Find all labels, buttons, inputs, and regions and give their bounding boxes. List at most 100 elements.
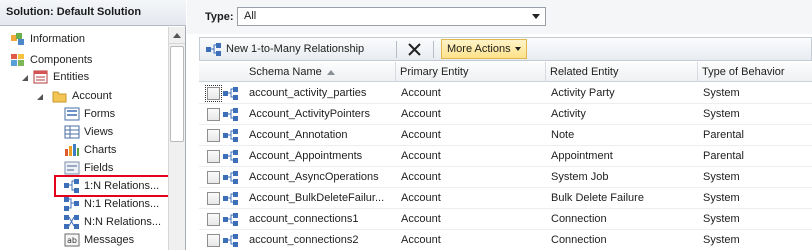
new-relationship-label: New 1-to-Many Relationship bbox=[226, 43, 365, 55]
table-row[interactable]: Account_ActivityPointers Account Activity S… bbox=[199, 104, 812, 125]
relationship-icon bbox=[223, 108, 238, 121]
more-actions-label: More Actions bbox=[447, 43, 511, 55]
fields-icon bbox=[64, 161, 80, 175]
cell-schema-name: Account_BulkDeleteFailur... bbox=[249, 192, 385, 204]
relationship-icon bbox=[64, 197, 79, 211]
cell-related-entity: Bulk Delete Failure bbox=[551, 192, 644, 204]
arrow-up-icon bbox=[173, 33, 181, 38]
tree-item-label: Entities bbox=[53, 71, 90, 83]
type-label: Type: bbox=[205, 11, 234, 23]
cell-primary-entity: Account bbox=[401, 234, 441, 246]
svg-text:ab: ab bbox=[67, 236, 77, 245]
cell-schema-name: Account_ActivityPointers bbox=[249, 108, 371, 120]
delete-button[interactable] bbox=[406, 40, 422, 59]
cell-schema-name: account_connections1 bbox=[249, 213, 359, 225]
cell-related-entity: Connection bbox=[551, 234, 607, 246]
row-checkbox[interactable] bbox=[207, 213, 220, 226]
information-icon bbox=[11, 33, 24, 45]
cell-type-of-behavior: System bbox=[703, 108, 740, 120]
table-row[interactable]: Account_Appointments Account Appointment Pa… bbox=[199, 146, 812, 167]
row-checkbox[interactable] bbox=[207, 192, 220, 205]
table-row[interactable]: account_connections2 Account Connection Sys… bbox=[199, 230, 812, 250]
relationship-icon bbox=[223, 171, 238, 184]
more-actions-button[interactable]: More Actions bbox=[441, 39, 527, 59]
navigation-scrollbar[interactable] bbox=[168, 27, 185, 250]
cell-type-of-behavior: System bbox=[703, 213, 740, 225]
row-checkbox[interactable] bbox=[205, 85, 222, 102]
relationship-icon bbox=[223, 150, 238, 163]
relationship-icon bbox=[223, 234, 238, 247]
entities-icon bbox=[33, 70, 48, 84]
relationships-grid: Schema Name Primary Entity Related Entit… bbox=[199, 62, 812, 250]
type-dropdown[interactable]: All bbox=[237, 7, 546, 26]
chevron-down-icon bbox=[532, 14, 540, 19]
delete-x-icon bbox=[408, 43, 421, 56]
tree-item-label: Forms bbox=[84, 108, 116, 120]
cell-schema-name: account_activity_parties bbox=[249, 87, 367, 99]
scroll-thumb[interactable] bbox=[170, 46, 184, 142]
cell-schema-name: Account_Appointments bbox=[249, 150, 363, 162]
relationship-icon bbox=[64, 179, 79, 193]
views-icon bbox=[64, 125, 80, 139]
tree-item-label: Charts bbox=[84, 144, 117, 156]
row-checkbox[interactable] bbox=[207, 108, 220, 121]
cell-primary-entity: Account bbox=[401, 108, 441, 120]
solution-navigation-pane: Solution: Default Solution Information C… bbox=[0, 0, 186, 250]
row-checkbox[interactable] bbox=[207, 129, 220, 142]
tree-item-label: Components bbox=[30, 54, 93, 66]
cell-related-entity: System Job bbox=[551, 171, 609, 183]
cell-type-of-behavior: Parental bbox=[703, 150, 744, 162]
tree-item-label: Views bbox=[84, 126, 114, 138]
row-checkbox[interactable] bbox=[207, 234, 220, 247]
cell-related-entity: Activity Party bbox=[551, 87, 615, 99]
type-dropdown-value: All bbox=[244, 10, 257, 22]
row-checkbox[interactable] bbox=[207, 171, 220, 184]
collapse-icon[interactable] bbox=[36, 93, 45, 102]
toolbar-separator bbox=[433, 41, 434, 58]
solution-title: Solution: Default Solution bbox=[0, 0, 186, 26]
forms-icon bbox=[64, 107, 80, 121]
cell-type-of-behavior: Parental bbox=[703, 129, 744, 141]
new-1-to-many-relationship-button[interactable]: New 1-to-Many Relationship bbox=[206, 40, 364, 59]
cell-primary-entity: Account bbox=[401, 87, 441, 99]
cell-related-entity: Activity bbox=[551, 108, 586, 120]
tree-item-label: N:1 Relations... bbox=[84, 198, 160, 210]
cell-type-of-behavior: System bbox=[703, 171, 740, 183]
scroll-up-button[interactable] bbox=[169, 27, 185, 44]
column-header-related-entity[interactable]: Related Entity bbox=[545, 62, 697, 82]
messages-icon: ab bbox=[64, 233, 80, 247]
tree-item-1n-relationships[interactable]: 1:N Relations... bbox=[54, 175, 168, 197]
column-header-schema-name[interactable]: Schema Name bbox=[245, 62, 335, 82]
column-header-primary-entity[interactable]: Primary Entity bbox=[395, 62, 545, 82]
chevron-down-icon bbox=[514, 47, 521, 52]
tree-item-label: N:N Relations... bbox=[84, 216, 162, 228]
cell-schema-name: Account_Annotation bbox=[249, 129, 348, 141]
solution-tree: Information Components Entities Account … bbox=[0, 27, 168, 250]
type-filter-bar: Type: All bbox=[187, 0, 812, 34]
row-checkbox[interactable] bbox=[207, 150, 220, 163]
table-row[interactable]: Account_BulkDeleteFailur... Account Bulk D… bbox=[199, 188, 812, 209]
tree-item-label: Information bbox=[30, 33, 86, 45]
cell-schema-name: Account_AsyncOperations bbox=[249, 171, 379, 183]
cell-schema-name: account_connections2 bbox=[249, 234, 359, 246]
cell-type-of-behavior: System bbox=[703, 192, 740, 204]
relationship-icon bbox=[223, 129, 238, 142]
collapse-icon[interactable] bbox=[21, 74, 30, 83]
toolbar-separator bbox=[396, 41, 397, 58]
table-row[interactable]: account_activity_parties Account Activity … bbox=[199, 83, 812, 104]
cell-related-entity: Note bbox=[551, 129, 575, 141]
column-header-type-of-behavior[interactable]: Type of Behavior bbox=[697, 62, 812, 82]
table-row[interactable]: Account_AsyncOperations Account System Job… bbox=[199, 167, 812, 188]
cell-primary-entity: Account bbox=[401, 213, 441, 225]
relationship-icon bbox=[223, 213, 238, 226]
charts-icon bbox=[65, 144, 79, 156]
grid-header: Schema Name Primary Entity Related Entit… bbox=[199, 62, 812, 82]
folder-icon bbox=[52, 91, 67, 103]
sort-ascending-icon bbox=[326, 69, 335, 75]
cell-type-of-behavior: System bbox=[703, 87, 740, 99]
cell-primary-entity: Account bbox=[401, 171, 441, 183]
table-row[interactable]: account_connections1 Account Connection Sys… bbox=[199, 209, 812, 230]
table-row[interactable]: Account_Annotation Account Note Parental bbox=[199, 125, 812, 146]
cell-primary-entity: Account bbox=[401, 129, 441, 141]
cell-type-of-behavior: System bbox=[703, 234, 740, 246]
